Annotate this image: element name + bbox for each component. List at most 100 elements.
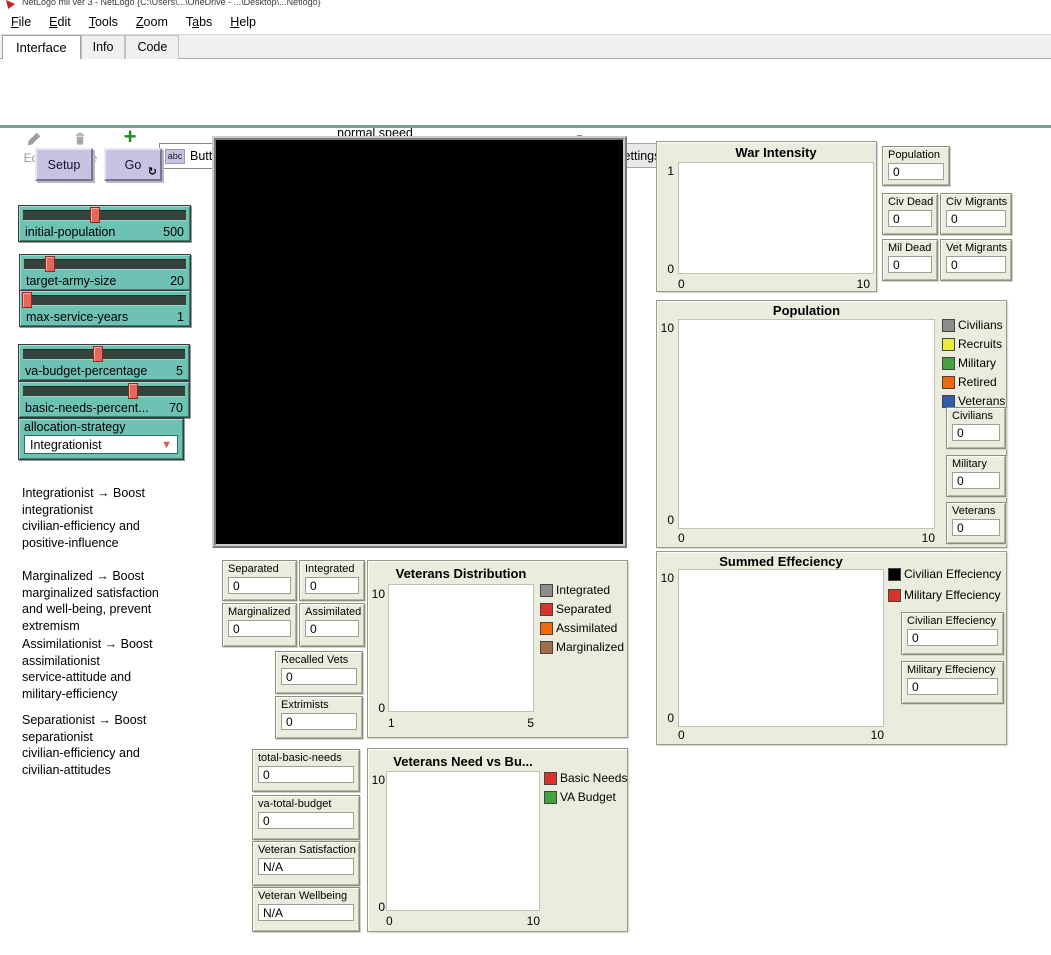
legend-entry-va-budget: VA Budget xyxy=(544,790,627,804)
monitor-vet-migrants: Vet Migrants 0 xyxy=(940,239,1012,281)
plus-icon: + xyxy=(124,128,137,146)
slider-handle[interactable] xyxy=(45,256,55,272)
slider-handle[interactable] xyxy=(22,292,32,308)
slider-track[interactable] xyxy=(23,386,185,396)
button-widget-icon: abc xyxy=(165,149,185,164)
window-title: NetLogo mil ver 3 - NetLogo {C:\Users\..… xyxy=(22,0,321,7)
legend-entry-assimilated: Assimilated xyxy=(540,621,624,635)
setup-label: Setup xyxy=(48,158,81,172)
slider-label: max-service-years xyxy=(26,310,128,324)
monitor-value: 0 xyxy=(907,629,998,646)
monitor-label: Integrated xyxy=(305,563,359,575)
monitor-label: Military xyxy=(952,458,1000,470)
menu-tools[interactable]: Tools xyxy=(80,12,127,32)
y-axis-min: 0 xyxy=(657,262,674,276)
menu-file[interactable]: File xyxy=(2,12,40,32)
legend-entry-military: Military xyxy=(942,356,1005,370)
x-axis-min: 0 xyxy=(678,277,685,291)
legend-label: Assimilated xyxy=(556,621,617,635)
monitor-value: 0 xyxy=(281,668,357,685)
plot-area xyxy=(678,162,874,274)
x-axis-min: 0 xyxy=(678,531,685,545)
monitor-label: Mil Dead xyxy=(888,242,932,254)
tab-interface[interactable]: Interface xyxy=(2,35,81,61)
menu-tabs[interactable]: Tabs xyxy=(177,12,221,32)
monitor-label: Extrimists xyxy=(281,699,357,711)
monitor-marginalized: Marginalized 0 xyxy=(222,603,297,647)
go-label: Go xyxy=(125,158,142,172)
monitor-military-effeciency: Military Effeciency 0 xyxy=(901,661,1004,704)
legend-entry-veterans: Veterans xyxy=(942,394,1005,408)
y-axis-min: 0 xyxy=(368,701,385,715)
slider-track[interactable] xyxy=(23,349,185,359)
monitor-value: N/A xyxy=(258,904,354,921)
monitor-veteran-satisfaction: Veteran Satisfaction N/A xyxy=(252,841,360,886)
slider-track[interactable] xyxy=(24,295,186,305)
legend-label: Retired xyxy=(958,375,997,389)
monitor-label: Recalled Vets xyxy=(281,654,357,666)
menu-help[interactable]: Help xyxy=(221,12,265,32)
y-axis-min: 0 xyxy=(657,513,674,527)
chooser-select[interactable]: Integrationist ▼ xyxy=(24,435,178,454)
legend-swatch-icon xyxy=(942,395,955,408)
plot-title: Veterans Distribution xyxy=(371,566,551,581)
slider-value: 5 xyxy=(176,364,183,378)
legend-swatch-icon xyxy=(544,791,557,804)
monitor-veteran-wellbeing: Veteran Wellbeing N/A xyxy=(252,887,360,932)
monitor-value: 0 xyxy=(888,163,944,180)
monitor-label: Civilian Effeciency xyxy=(907,615,998,627)
slider-track[interactable] xyxy=(23,210,186,220)
slider-basic-needs-percent[interactable]: basic-needs-percent...70 xyxy=(18,381,190,418)
monitor-value: 0 xyxy=(952,472,1000,489)
legend-entry-separated: Separated xyxy=(540,602,624,616)
slider-value: 500 xyxy=(163,225,184,239)
legend-swatch-icon xyxy=(544,772,557,785)
monitor-label: Separated xyxy=(228,563,291,575)
chooser-label: allocation-strategy xyxy=(24,420,178,434)
world-view[interactable] xyxy=(212,136,627,548)
tab-code[interactable]: Code xyxy=(125,35,179,60)
slider-label: basic-needs-percent... xyxy=(25,401,149,415)
interface-toolbar: Edit Delete + Add abc Button ▼ normal sp… xyxy=(0,59,1051,125)
monitor-label: Veterans xyxy=(952,505,1000,517)
x-axis-max: 10 xyxy=(830,277,870,291)
slider-track[interactable] xyxy=(24,259,186,269)
menu-edit[interactable]: Edit xyxy=(40,12,80,32)
slider-va-budget-percentage[interactable]: va-budget-percentage5 xyxy=(18,344,190,381)
chooser-value: Integrationist xyxy=(30,438,102,452)
monitor-civ-dead: Civ Dead 0 xyxy=(882,193,938,235)
slider-initial-population[interactable]: initial-population500 xyxy=(18,205,191,242)
monitor-civ-migrants: Civ Migrants 0 xyxy=(940,193,1012,235)
legend-entry-civilian-effeciency: Civilian Effeciency xyxy=(888,567,1001,581)
legend-label: Separated xyxy=(556,602,611,616)
monitor-label: Veteran Satisfaction xyxy=(258,844,354,856)
slider-handle[interactable] xyxy=(90,207,100,223)
plot-title: War Intensity xyxy=(678,145,874,160)
setup-button[interactable]: Setup xyxy=(35,148,93,181)
slider-target-army-size[interactable]: target-army-size20 xyxy=(19,254,191,291)
legend-label: Military Effeciency xyxy=(904,588,1000,602)
slider-handle[interactable] xyxy=(93,346,103,362)
monitor-value: 0 xyxy=(946,256,1006,273)
slider-handle[interactable] xyxy=(128,383,138,399)
slider-max-service-years[interactable]: max-service-years 1 xyxy=(19,290,191,327)
x-axis-min: 1 xyxy=(388,716,395,730)
monitor-value: 0 xyxy=(258,766,354,783)
plot-area xyxy=(678,319,935,529)
tab-info[interactable]: Info xyxy=(81,35,126,60)
chooser-allocation-strategy[interactable]: allocation-strategy Integrationist ▼ xyxy=(18,418,184,460)
legend-entry-civilians: Civilians xyxy=(942,318,1005,332)
slider-value: 1 xyxy=(177,310,184,324)
plot-veterans-need-vs-budget: Veterans Need vs Bu... 10 0 0 10 Basic N… xyxy=(367,748,628,932)
go-button[interactable]: Go ↻ xyxy=(104,148,162,181)
menu-zoom[interactable]: Zoom xyxy=(127,12,177,32)
legend-swatch-icon xyxy=(942,338,955,351)
legend-entry-retired: Retired xyxy=(942,375,1005,389)
netlogo-window: NetLogo mil ver 3 - NetLogo {C:\Users\..… xyxy=(0,0,1051,955)
legend-swatch-icon xyxy=(540,641,553,654)
legend-swatch-icon xyxy=(888,589,901,602)
monitor-label: Marginalized xyxy=(228,606,291,618)
monitor-value: N/A xyxy=(258,858,354,875)
y-axis-max: 10 xyxy=(657,321,674,335)
monitor-label: Population xyxy=(888,149,944,161)
